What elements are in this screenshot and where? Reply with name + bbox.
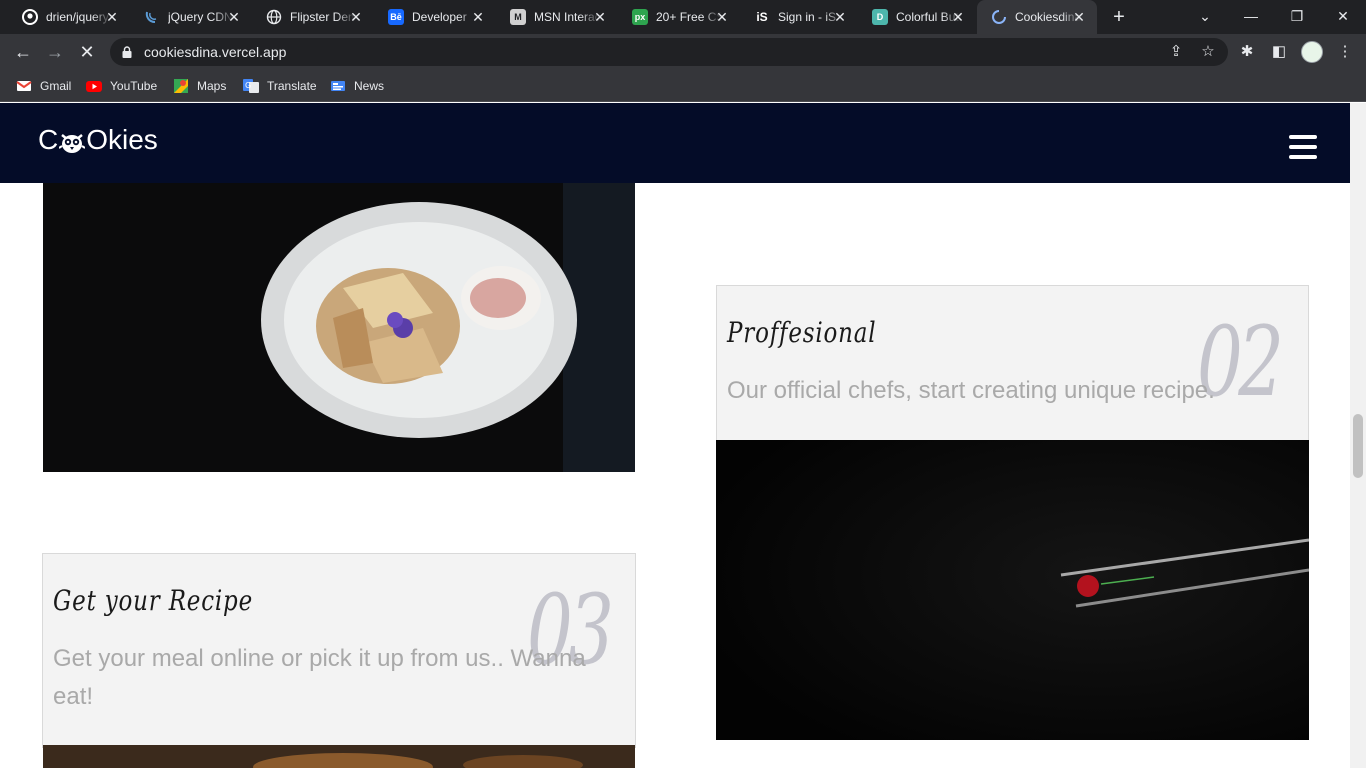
tab-github[interactable]: drien/jquery ✕: [8, 0, 130, 34]
tab-signin[interactable]: iS Sign in - iS ✕: [740, 0, 858, 34]
news-icon: [330, 78, 346, 94]
url-text[interactable]: cookiesdina.vercel.app: [144, 38, 286, 66]
jquery-icon: [144, 9, 160, 25]
d-icon: D: [872, 9, 888, 25]
bookmark-label: YouTube: [110, 79, 158, 93]
card-description: Get your meal online or pick it up from …: [53, 645, 586, 710]
avatar[interactable]: [1301, 41, 1323, 63]
logo-text-left: C: [38, 124, 59, 155]
tab-title: Flipster Demo: [290, 10, 356, 24]
tab-search-icon[interactable]: ⌄: [1182, 0, 1228, 32]
feature-card-professional: 02 Proffesional Our official chefs, star…: [716, 285, 1309, 441]
menu-kebab-icon[interactable]: ⋮: [1334, 41, 1356, 63]
tab-flipster[interactable]: Flipster Demo ✕: [252, 0, 374, 34]
tab-msn[interactable]: M MSN Interactive ✕: [496, 0, 618, 34]
address-bar[interactable]: cookiesdina.vercel.app ⇪ ☆: [110, 38, 1228, 66]
food-photo-bottom: [43, 745, 635, 768]
close-icon[interactable]: ✕: [714, 9, 730, 25]
owl-icon: [58, 127, 86, 153]
translate-icon: G: [243, 78, 259, 94]
card-title: Get your Recipe: [53, 584, 253, 617]
stop-loading-button[interactable]: ✕: [74, 39, 100, 65]
tab-title: 20+ Free CSS: [656, 10, 722, 24]
site-logo[interactable]: C Okies: [38, 121, 158, 159]
close-window-button[interactable]: ✕: [1320, 0, 1366, 32]
bookmark-label: Maps: [197, 79, 227, 93]
page-scrollbar[interactable]: [1350, 103, 1366, 768]
gmail-icon: [16, 78, 32, 94]
tab-title: MSN Interactive: [534, 10, 600, 24]
bookmark-news[interactable]: News: [330, 76, 384, 96]
side-panel-icon[interactable]: ◧: [1268, 41, 1290, 63]
close-icon[interactable]: ✕: [832, 9, 848, 25]
bookmark-label: Translate: [267, 79, 317, 93]
tab-behance[interactable]: Bē Developer ✕: [374, 0, 496, 34]
logo-text-right: Okies: [86, 124, 158, 155]
tab-title: jQuery CDN: [168, 10, 233, 24]
bookmark-youtube[interactable]: YouTube: [86, 76, 157, 96]
is-icon: iS: [756, 10, 768, 24]
tab-jquery[interactable]: jQuery CDN ✕: [130, 0, 252, 34]
close-icon[interactable]: ✕: [104, 9, 120, 25]
bookmark-star-icon[interactable]: ☆: [1198, 42, 1218, 62]
share-icon[interactable]: ⇪: [1166, 42, 1186, 62]
youtube-icon: [86, 78, 102, 94]
feature-card-recipe: 03 Get your Recipe Get your meal online …: [42, 553, 636, 748]
tab-colorful[interactable]: D Colorful Buttons ✕: [858, 0, 976, 34]
bookmark-maps[interactable]: Maps: [173, 76, 226, 96]
loading-icon: [991, 9, 1007, 25]
bookmarks-bar: Gmail YouTube Maps G Translate News: [0, 70, 1366, 102]
restore-button[interactable]: ❐: [1274, 0, 1320, 32]
extensions-icon[interactable]: ✱: [1236, 41, 1258, 63]
page-viewport: C Okies 02 Proffesional Our official che…: [0, 103, 1366, 768]
bookmark-label: News: [354, 79, 385, 93]
close-icon[interactable]: ✕: [470, 9, 486, 25]
close-icon[interactable]: ✕: [348, 9, 364, 25]
card-description: Our official chefs, start creating uniqu…: [727, 377, 1215, 404]
lock-icon: [122, 45, 132, 58]
close-icon[interactable]: ✕: [592, 9, 608, 25]
site-navbar: C Okies: [0, 103, 1350, 183]
tab-cookiesdina[interactable]: Cookiesdina ✕: [977, 0, 1097, 34]
food-photo-sandwich: [43, 178, 635, 472]
msn-icon: M: [510, 9, 526, 25]
bookmark-translate[interactable]: G Translate: [243, 76, 317, 96]
svg-text:G: G: [245, 81, 251, 90]
forward-button[interactable]: →: [42, 39, 68, 65]
minimize-button[interactable]: —: [1228, 0, 1274, 32]
tab-title: Developer: [412, 10, 467, 24]
close-icon[interactable]: ✕: [226, 9, 242, 25]
close-icon[interactable]: ✕: [950, 9, 966, 25]
tab-title: drien/jquery: [46, 10, 109, 24]
new-tab-button[interactable]: +: [1108, 6, 1130, 28]
bookmark-gmail[interactable]: Gmail: [16, 76, 71, 96]
scrollbar-thumb[interactable]: [1353, 414, 1363, 478]
back-button[interactable]: ←: [10, 39, 36, 65]
card-title: Proffesional: [727, 316, 877, 349]
hamburger-menu-icon[interactable]: [1289, 135, 1317, 159]
maps-icon: [173, 78, 189, 94]
food-photo-cherry: [716, 440, 1309, 740]
github-icon: [22, 9, 38, 25]
browser-toolbar: ← → ✕ cookiesdina.vercel.app ⇪ ☆ ✱ ◧ ⋮: [0, 34, 1366, 70]
bookmark-label: Gmail: [40, 79, 72, 93]
close-icon[interactable]: ✕: [1071, 9, 1087, 25]
px-icon: px: [632, 9, 648, 25]
behance-icon: Bē: [388, 9, 404, 25]
tab-strip: drien/jquery ✕ jQuery CDN ✕ Flipster Dem…: [0, 0, 1366, 34]
globe-icon: [266, 9, 282, 25]
tab-freecss[interactable]: px 20+ Free CSS ✕: [618, 0, 740, 34]
